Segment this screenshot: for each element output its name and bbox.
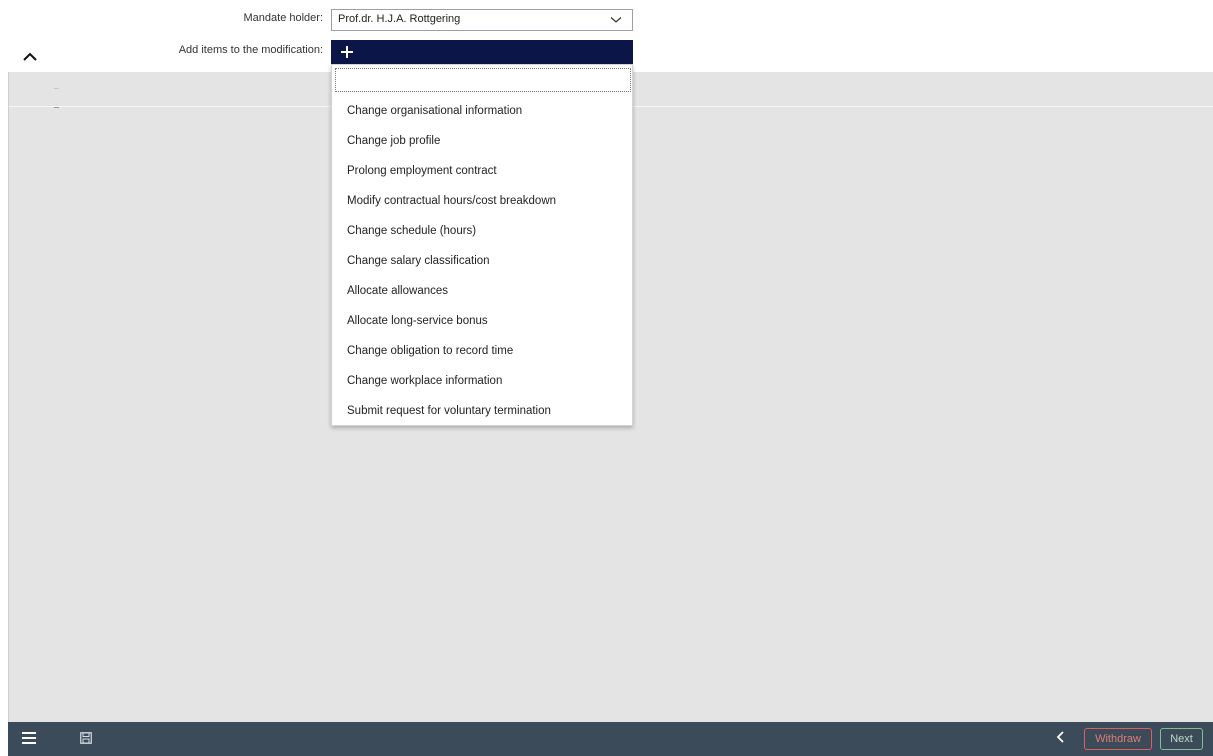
chevron-left-icon [1056,731,1064,743]
chevron-down-icon [610,17,622,23]
mandate-holder-value: Prof.dr. H.J.A. Rottgering [338,13,461,25]
dropdown-option[interactable]: Modify contractual hours/cost breakdown [332,186,632,216]
mandate-holder-label: Mandate holder: [243,12,324,24]
collapse-toggle[interactable] [22,50,42,66]
next-button[interactable]: Next [1160,728,1203,750]
dropdown-option[interactable]: Allocate long-service bonus [332,306,632,336]
dropdown-option[interactable]: Submit request for voluntary termination [332,396,632,426]
dropdown-option[interactable]: Change organisational information [332,96,632,126]
form-header: Mandate holder: Prof.dr. H.J.A. Rottgeri… [0,0,1213,72]
plus-icon [341,46,353,58]
menu-button[interactable] [22,732,40,748]
dropdown-filter-input[interactable] [335,68,631,92]
divider [54,88,59,89]
footer-bar: Withdraw Next [8,722,1213,756]
dropdown-option[interactable]: Change salary classification [332,246,632,276]
modification-page: Mandate holder: Prof.dr. H.J.A. Rottgeri… [0,0,1213,756]
mandate-holder-select[interactable]: Prof.dr. H.J.A. Rottgering [331,9,633,31]
dropdown-option[interactable]: Change schedule (hours) [332,216,632,246]
back-button[interactable] [1055,730,1071,748]
add-items-dropdown: Change organisational information Change… [331,64,633,426]
save-button[interactable] [80,732,96,748]
dropdown-option[interactable]: Change workplace information [332,366,632,396]
dropdown-option[interactable]: Allocate allowances [332,276,632,306]
chevron-up-icon [23,52,37,61]
dropdown-option[interactable]: Change job profile [332,126,632,156]
dropdown-option[interactable]: Prolong employment contract [332,156,632,186]
divider [54,107,59,108]
add-item-button[interactable] [331,40,633,64]
withdraw-button[interactable]: Withdraw [1084,728,1152,750]
floppy-disk-icon [80,732,92,744]
hamburger-menu-icon [22,732,36,744]
dropdown-options: Change organisational information Change… [332,96,632,426]
add-items-label: Add items to the modification: [178,44,323,56]
dropdown-option[interactable]: Change obligation to record time [332,336,632,366]
